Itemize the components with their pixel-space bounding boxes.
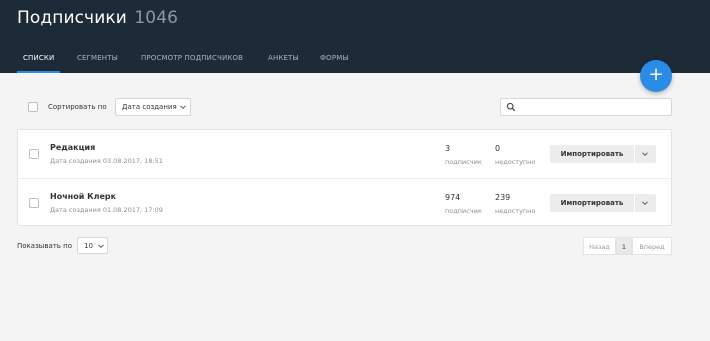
chevron-down-icon [180,105,186,110]
import-dropdown-button[interactable] [635,145,656,163]
chevron-down-icon [642,152,648,157]
tab-forms[interactable]: Формы [320,52,349,73]
add-list-button[interactable]: + [640,60,672,92]
search-icon [506,102,516,112]
tab-view-subscribers[interactable]: Просмотр подписчиков [141,52,243,73]
subscriber-count-label: подписчик [445,158,482,166]
list-created-date: Дата создания 03.08.2017, 18:51 [50,157,163,165]
subscriber-count: 1046 [134,8,179,28]
tab-surveys[interactable]: Анкеты [268,52,299,73]
list-name[interactable]: Редакция [50,143,95,152]
per-page-select[interactable]: 10 [77,237,108,254]
chevron-down-icon [642,201,648,206]
page-title-text: Подписчики [17,8,127,28]
sort-select-value: Дата создания [122,103,177,111]
top-header: Подписчики 1046 Списки Сегменты Просмотр… [0,0,710,73]
per-page-value: 10 [84,242,93,250]
lists-table: Редакция Дата создания 03.08.2017, 18:51… [17,129,672,226]
list-row[interactable]: Ночной Клерк Дата создания 01.08.2017, 1… [18,178,671,226]
import-dropdown-button[interactable] [635,194,656,212]
search-box [500,98,672,116]
unavailable-count-value: 239 [495,193,511,202]
row-checkbox[interactable] [29,149,39,159]
unavailable-count-value: 0 [495,144,501,153]
row-checkbox[interactable] [29,198,39,208]
sort-select[interactable]: Дата создания [115,98,191,116]
unavailable-count-label: недоступно [495,207,536,215]
import-button[interactable]: Импортировать [550,145,634,163]
per-page-label: Показывать по [17,242,73,250]
unavailable-count-label: недоступно [495,158,536,166]
current-page[interactable]: 1 [616,237,632,255]
subscriber-count-label: подписчик [445,207,482,215]
select-all-checkbox[interactable] [28,102,38,112]
next-page-button[interactable]: Вперед [632,237,672,255]
subscriber-count-value: 3 [445,144,451,153]
tab-lists[interactable]: Списки [16,52,61,73]
tab-segments[interactable]: Сегменты [77,52,118,73]
prev-page-button[interactable]: Назад [583,237,616,255]
list-created-date: Дата создания 01.08.2017, 17:09 [50,206,163,214]
search-input[interactable] [519,101,667,113]
subscriber-count-value: 974 [445,193,461,202]
sort-label: Сортировать по [48,103,107,111]
plus-icon: + [648,64,664,85]
chevron-down-icon [98,244,104,249]
import-button[interactable]: Импортировать [550,194,634,212]
list-name[interactable]: Ночной Клерк [50,192,116,201]
page-title: Подписчики 1046 [17,8,178,28]
list-row[interactable]: Редакция Дата создания 03.08.2017, 18:51… [18,130,671,178]
